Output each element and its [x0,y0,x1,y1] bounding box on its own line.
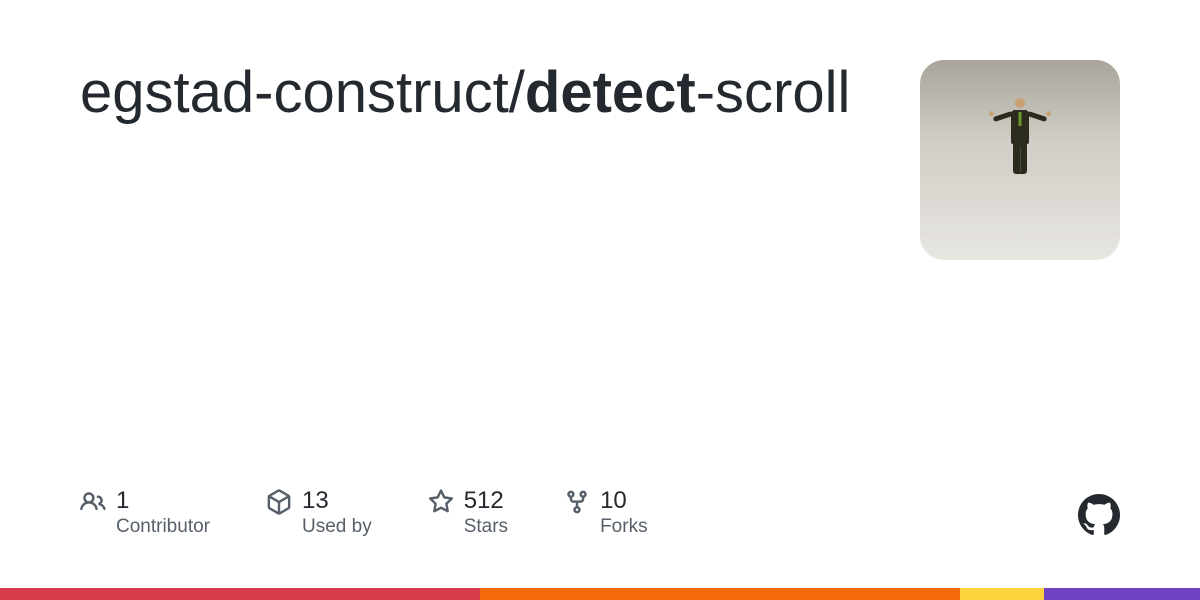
usedby-stat: 13 Used by [266,487,372,540]
repo-name-rest: -scroll [696,60,851,125]
stars-label: Stars [464,515,508,540]
contributors-count: 1 [116,487,210,516]
package-icon [266,489,292,515]
header: egstad-construct/detect-scroll [80,60,1120,260]
stat-text: 512 Stars [464,487,508,540]
bar-segment [480,588,960,600]
usedby-count: 13 [302,487,372,516]
repo-owner: egstad-construct [80,60,509,125]
star-icon [428,489,454,515]
stars-stat: 512 Stars [428,487,508,540]
stat-text: 10 Forks [600,487,648,540]
stats-list: 1 Contributor 13 Used by 512 [80,487,648,540]
bar-segment [1044,588,1200,600]
language-color-bar [0,588,1200,600]
usedby-label: Used by [302,515,372,540]
repo-title: egstad-construct/detect-scroll [80,60,880,127]
stat-text: 1 Contributor [116,487,210,540]
contributors-label: Contributor [116,515,210,540]
stats-row: 1 Contributor 13 Used by 512 [80,487,1120,540]
fork-icon [564,489,590,515]
forks-count: 10 [600,487,648,516]
repo-name-bold: detect [525,60,696,125]
repo-avatar [920,60,1120,260]
bar-segment [960,588,1044,600]
forks-label: Forks [600,515,648,540]
title-block: egstad-construct/detect-scroll [80,60,920,127]
forks-stat: 10 Forks [564,487,648,540]
contributors-stat: 1 Contributor [80,487,210,540]
stat-text: 13 Used by [302,487,372,540]
people-icon [80,489,106,515]
github-logo-icon [1078,494,1120,536]
stars-count: 512 [464,487,508,516]
bar-segment [0,588,480,600]
title-separator: / [509,60,525,125]
social-preview-card: egstad-construct/detect-scroll [0,0,1200,600]
avatar-figure [1011,98,1029,174]
